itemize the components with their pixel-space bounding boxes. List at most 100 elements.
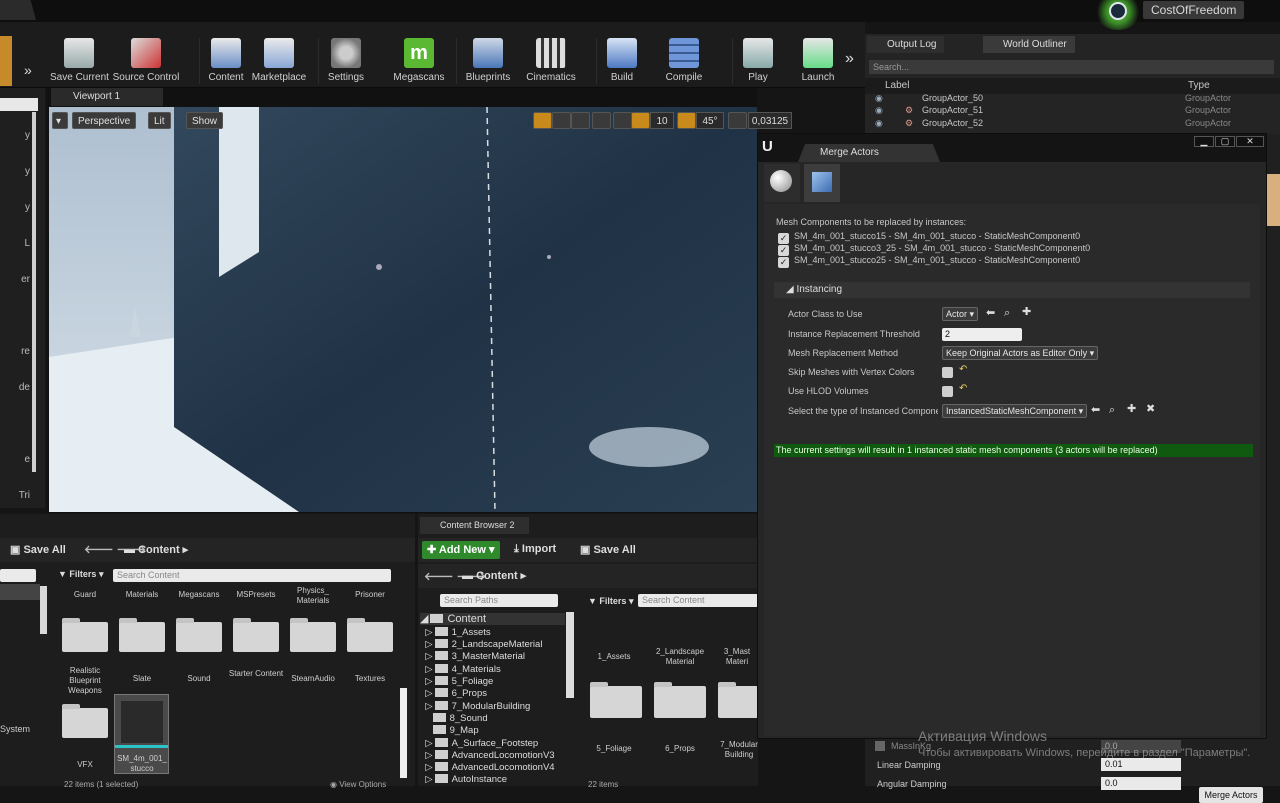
compile-button[interactable]: Compile (662, 36, 706, 86)
eye-icon[interactable]: ◉ (875, 117, 883, 130)
blueprints-button[interactable]: Blueprints (462, 36, 514, 86)
tree-item[interactable]: 8_Sound (420, 713, 488, 725)
folder-realistic-blueprint-weapons[interactable] (62, 618, 108, 652)
perspective-button[interactable]: Perspective (72, 112, 137, 129)
cb2-search-input[interactable]: Search Content (638, 594, 758, 607)
clear-icon[interactable]: ✖ (1146, 404, 1155, 415)
left-search-input[interactable] (0, 98, 38, 111)
path-content-2[interactable]: ▬ Content ▸ (462, 569, 526, 582)
use-selected-arrow-icon[interactable]: ⬅ (986, 308, 995, 319)
threshold-input[interactable]: 2 (942, 328, 1022, 341)
tree-item[interactable]: ◢ Content (420, 613, 565, 625)
viewport-options-button[interactable]: ▾ (52, 112, 68, 129)
search-paths-input[interactable]: Search Paths (440, 594, 558, 607)
play-button[interactable]: Play (738, 36, 778, 86)
rotation-snap-value[interactable]: 45° (696, 112, 724, 129)
component-checkbox-row[interactable]: ✓ SM_4m_001_stucco15 - SM_4m_001_stucco -… (778, 230, 1080, 244)
cinematics-button[interactable]: Cinematics (524, 36, 578, 86)
folder-7-modular-building[interactable] (718, 682, 758, 718)
filters-button-2[interactable]: ▼ Filters ▾ (588, 596, 633, 607)
tree-item[interactable]: ▷ 3_MasterMaterial (420, 651, 525, 663)
source-control-button[interactable]: Source Control (112, 36, 180, 86)
mass-checkbox[interactable] (875, 741, 885, 751)
outliner-row[interactable]: ◉ ⚙ GroupActor_52 GroupActor (865, 117, 1280, 130)
cb1-grid-scrollbar[interactable] (400, 688, 407, 778)
rotate-icon[interactable] (552, 112, 571, 129)
viewport-scene[interactable] (49, 107, 757, 512)
show-button[interactable]: Show (186, 112, 224, 129)
import-button[interactable]: ⤓ Import (514, 543, 556, 556)
tree-item[interactable]: ▷ AdvancedLocomotionV4 (420, 762, 555, 774)
lit-button[interactable]: Lit (148, 112, 171, 129)
minimize-button[interactable]: ▁ (1194, 136, 1214, 147)
browse-search-icon[interactable]: ⌕ (1004, 308, 1010, 319)
world-local-icon[interactable] (592, 112, 611, 129)
folder-slate[interactable] (119, 618, 165, 652)
instancing-mode-button[interactable] (804, 164, 840, 202)
reset-default-icon[interactable]: ↶ (959, 383, 967, 394)
tree-item[interactable]: ▷ 4_Materials (420, 664, 501, 676)
level-tab[interactable] (0, 0, 36, 20)
tree-item[interactable]: 9_Map (420, 725, 479, 737)
replacement-method-combo[interactable]: Keep Original Actors as Editor Only ▾ (942, 346, 1099, 360)
tree-item[interactable]: ▷ AdvancedLocomotionV3 (420, 750, 555, 762)
outliner-row[interactable]: ◉ ⚙ GroupActor_51 GroupActor (865, 104, 1280, 117)
tree-item[interactable]: ▷ 6_Props (420, 688, 487, 700)
tree-item[interactable]: ▷ 2_LandscapeMaterial (420, 639, 542, 651)
browse-search-icon[interactable]: ⌕ (1109, 405, 1115, 416)
angular-damping-field[interactable]: 0.0 (1101, 777, 1181, 790)
build-button[interactable]: Build (602, 36, 642, 86)
save-all-button-2[interactable]: ▣ Save All (580, 543, 636, 556)
cb1-tree-selected[interactable] (0, 584, 40, 600)
cb1-tree-scrollbar[interactable] (40, 586, 47, 634)
tree-item[interactable]: ▷ 7_ModularBuilding (420, 701, 530, 713)
toolbar-overflow-icon[interactable]: » (845, 50, 854, 68)
add-icon[interactable]: ✚ (1022, 307, 1031, 318)
tree-item[interactable]: ▷ 1_Assets (420, 627, 491, 639)
use-selected-arrow-icon[interactable]: ⬅ (1091, 405, 1100, 416)
folder-6-props[interactable] (654, 682, 706, 718)
settings-button[interactable]: Settings (324, 36, 368, 86)
tab-merge-actors[interactable]: Merge Actors (798, 144, 940, 162)
maximize-button[interactable]: ▢ (1215, 136, 1235, 147)
dialog-title-bar[interactable]: U Merge Actors ▁ ▢ ✕ (758, 134, 1266, 162)
folder-starter-content[interactable] (233, 618, 279, 652)
translate-icon[interactable] (533, 112, 552, 129)
viewport-tab[interactable]: Viewport 1 (51, 88, 163, 106)
eye-icon[interactable]: ◉ (875, 104, 883, 117)
rotation-snap-icon[interactable] (677, 112, 696, 129)
chevron-right-icon[interactable]: » (24, 62, 32, 78)
scale-snap-icon[interactable] (728, 112, 747, 129)
grid-snap-icon[interactable] (631, 112, 650, 129)
left-scrollbar[interactable] (32, 112, 36, 472)
use-hlod-checkbox[interactable] (942, 386, 953, 397)
merge-mesh-mode-button[interactable] (764, 164, 800, 202)
marketplace-button[interactable]: Marketplace (250, 36, 308, 86)
add-icon[interactable]: ✚ (1127, 404, 1136, 415)
component-checkbox-row[interactable]: ✓ SM_4m_001_stucco25 - SM_4m_001_stucco -… (778, 254, 1080, 268)
surface-snap-icon[interactable] (613, 112, 632, 129)
instanced-component-combo[interactable]: InstancedStaticMeshComponent ▾ (942, 404, 1088, 418)
component-checkbox-row[interactable]: ✓ SM_4m_001_stucco3_25 - SM_4m_001_stucco… (778, 242, 1090, 256)
filters-button[interactable]: ▼ Filters ▾ (58, 569, 103, 580)
view-options-button[interactable]: ◉ View Options (330, 780, 386, 789)
megascans-button[interactable]: m Megascans (392, 36, 446, 86)
save-all-button[interactable]: ▣ Save All (10, 543, 66, 556)
content-button[interactable]: Content (206, 36, 246, 86)
launch-button[interactable]: Launch (798, 36, 838, 86)
tab-output-log[interactable]: Output Log (867, 36, 945, 53)
instancing-section-header[interactable]: ◢ Instancing (774, 282, 1250, 298)
checkbox-checked[interactable]: ✓ (778, 257, 789, 268)
folder-textures[interactable] (347, 618, 393, 652)
save-current-button[interactable]: Save Current (50, 36, 109, 86)
cb1-tree-search[interactable] (0, 569, 36, 582)
scale-snap-value[interactable]: 0,03125 (748, 112, 792, 129)
close-button[interactable]: ✕ (1236, 136, 1264, 147)
folder-sound[interactable] (176, 618, 222, 652)
linear-damping-field[interactable]: 0.01 (1101, 758, 1181, 771)
folder-steamaudio[interactable] (290, 618, 336, 652)
actor-class-combo[interactable]: Actor ▾ (942, 307, 979, 321)
tree-item[interactable]: ▷ 5_Foliage (420, 676, 493, 688)
scale-icon[interactable] (571, 112, 590, 129)
add-new-button[interactable]: ✚ Add New ▾ (422, 541, 500, 559)
